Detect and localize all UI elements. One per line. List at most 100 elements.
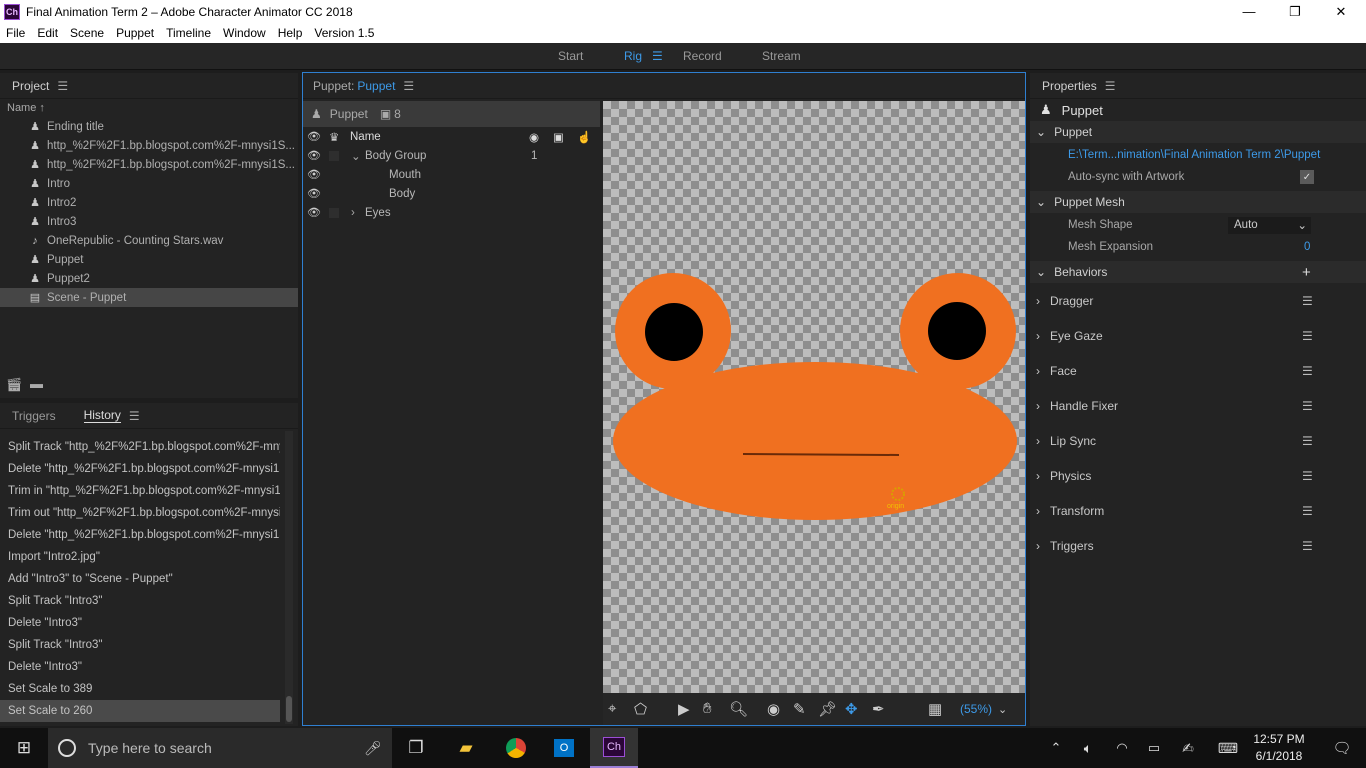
new-folder-icon[interactable]: ▬ (30, 376, 43, 391)
project-item[interactable]: ♟ http_%2F%2F1.bp.blogspot.com%2F-mnysi1S… (0, 136, 298, 155)
origin-tool-icon[interactable]: ◉ (767, 700, 780, 718)
menu-edit[interactable]: Edit (31, 26, 64, 40)
properties-menu-icon[interactable]: ☰ (1105, 79, 1116, 93)
mesh-expansion-value[interactable]: 0 (1304, 241, 1310, 253)
rig-menu-icon[interactable]: ☰ (652, 49, 663, 63)
add-behavior-icon[interactable]: + (1302, 264, 1311, 281)
behavior-menu-icon[interactable]: ☰ (1302, 294, 1313, 308)
project-item[interactable]: ♟ Ending title (0, 117, 298, 136)
visibility-eye-icon[interactable]: 👁︎ (307, 168, 321, 181)
history-item[interactable]: Delete "Intro3" (0, 656, 280, 678)
section-behaviors[interactable]: ⌄ Behaviors + (1030, 261, 1366, 283)
behavior-menu-icon[interactable]: ☰ (1302, 539, 1313, 553)
menu-help[interactable]: Help (272, 26, 309, 40)
maximize-button[interactable]: ❐ (1272, 0, 1318, 23)
history-item[interactable]: Delete "Intro3" (0, 612, 280, 634)
history-menu-icon[interactable]: ☰ (129, 409, 140, 423)
menu-timeline[interactable]: Timeline (160, 26, 217, 40)
tag-box[interactable] (329, 207, 339, 218)
history-item[interactable]: Delete "http_%2F%2F1.bp.blogspot.com%2F-… (0, 524, 280, 546)
behavior-menu-icon[interactable]: ☰ (1302, 364, 1313, 378)
zoom-dropdown-icon[interactable]: ⌄ (998, 703, 1007, 716)
history-item[interactable]: Trim out "http_%2F%2F1.bp.blogspot.com%2… (0, 502, 280, 524)
history-item[interactable]: Trim in "http_%2F%2F1.bp.blogspot.com%2F… (0, 480, 280, 502)
puppet-panel-menu-icon[interactable]: ☰ (403, 79, 414, 93)
layer-row[interactable]: 👁︎ › Eyes (303, 203, 600, 222)
history-scrollbar[interactable] (285, 431, 293, 724)
project-sort-header[interactable]: Name ↑ (0, 99, 298, 117)
polygon-tool-icon[interactable]: ⬠ (634, 700, 647, 718)
chrome-icon[interactable] (492, 728, 540, 768)
tab-rig[interactable]: Rig (624, 49, 642, 63)
project-item[interactable]: ♟ http_%2F%2F1.bp.blogspot.com%2F-mnysi1S… (0, 155, 298, 174)
section-puppet-mesh[interactable]: ⌄ Puppet Mesh (1030, 191, 1366, 213)
history-item[interactable]: Add "Intro3" to "Scene - Puppet" (0, 568, 280, 590)
behavior-menu-icon[interactable]: ☰ (1302, 434, 1313, 448)
behavior-menu-icon[interactable]: ☰ (1302, 504, 1313, 518)
file-explorer-icon[interactable]: ▰ (442, 728, 490, 768)
menu-puppet[interactable]: Puppet (110, 26, 160, 40)
visibility-eye-icon[interactable]: 👁︎ (307, 149, 321, 162)
section-puppet[interactable]: ⌄ Puppet (1030, 121, 1366, 143)
project-item[interactable]: ♟ Puppet (0, 250, 298, 269)
project-item[interactable]: ♪ OneRepublic - Counting Stars.wav (0, 231, 298, 250)
taskbar-clock[interactable]: 12:57 PM 6/1/2018 (1244, 731, 1314, 765)
behavior-face[interactable]: › Face ☰ (1030, 353, 1366, 388)
behavior-triggers[interactable]: › Triggers ☰ (1030, 528, 1366, 563)
microphone-icon[interactable]: 🎤︎ (364, 740, 382, 757)
tab-history[interactable]: History (83, 408, 121, 423)
layer-row[interactable]: 👁︎ Body (303, 184, 600, 203)
character-animator-taskbar-icon[interactable]: Ch (590, 728, 638, 768)
menu-window[interactable]: Window (217, 26, 272, 40)
behavior-lip-sync[interactable]: › Lip Sync ☰ (1030, 423, 1366, 458)
history-item[interactable]: Split Track "Intro3" (0, 590, 280, 612)
history-scrollbar-thumb[interactable] (286, 696, 292, 722)
history-item[interactable]: Split Track "http_%2F%2F1.bp.blogspot.co… (0, 436, 280, 458)
task-view-icon[interactable]: ❐ (392, 728, 440, 768)
mesh-shape-select[interactable]: Auto ⌄ (1228, 216, 1311, 234)
project-menu-icon[interactable]: ☰ (57, 79, 68, 93)
behavior-physics[interactable]: › Physics ☰ (1030, 458, 1366, 493)
layer-expand-icon[interactable]: ⌄ (351, 149, 361, 163)
new-scene-icon[interactable]: 🎬︎ (6, 377, 23, 393)
dangle-tool-icon[interactable]: ✒ (872, 700, 885, 718)
frog-puppet[interactable] (603, 101, 1025, 693)
pen-ink-icon[interactable]: ✍︎ (1166, 728, 1210, 768)
behavior-menu-icon[interactable]: ☰ (1302, 469, 1313, 483)
behavior-handle-fixer[interactable]: › Handle Fixer ☰ (1030, 388, 1366, 423)
pin-tool-icon[interactable]: 📌︎ (818, 700, 837, 718)
minimize-button[interactable]: — (1226, 0, 1272, 23)
history-item[interactable]: Set Scale to 260 (0, 700, 280, 722)
behavior-dragger[interactable]: › Dragger ☰ (1030, 283, 1366, 318)
visibility-eye-icon[interactable]: 👁︎ (307, 206, 321, 219)
tab-record[interactable]: Record (683, 49, 722, 63)
puppet-path-link[interactable]: E:\Term...nimation\Final Animation Term … (1030, 143, 1366, 167)
close-button[interactable]: ✕ (1318, 0, 1364, 23)
project-item[interactable]: ♟ Intro3 (0, 212, 298, 231)
tab-triggers[interactable]: Triggers (12, 409, 56, 423)
history-item[interactable]: Split Track "Intro3" (0, 634, 280, 656)
select-tool-icon[interactable]: ▶ (678, 700, 690, 718)
project-item[interactable]: ♟ Intro2 (0, 193, 298, 212)
tab-stream[interactable]: Stream (762, 49, 801, 63)
outlook-icon[interactable]: O (540, 728, 588, 768)
menu-version[interactable]: Version 1.5 (308, 26, 380, 40)
zoom-tool-icon[interactable]: 🔍︎ (729, 700, 748, 718)
hand-tool-icon[interactable]: ✋︎ (703, 700, 712, 717)
menu-scene[interactable]: Scene (64, 26, 110, 40)
project-item[interactable]: ♟ Intro (0, 174, 298, 193)
behavior-menu-icon[interactable]: ☰ (1302, 329, 1313, 343)
history-item[interactable]: Set Scale to 389 (0, 678, 280, 700)
puppet-tab[interactable]: ♟ Puppet ▣ 8 (303, 101, 600, 127)
menu-file[interactable]: File (0, 26, 31, 40)
transparency-grid-icon[interactable]: ▦ (928, 700, 942, 718)
history-item[interactable]: Import "Intro2.jpg" (0, 546, 280, 568)
taskbar-search-box[interactable]: Type here to search 🎤︎ (48, 728, 392, 768)
stick-tool-icon[interactable]: ✎ (793, 700, 806, 718)
project-item[interactable]: ▤ Scene - Puppet (0, 288, 298, 307)
tab-start[interactable]: Start (558, 49, 583, 63)
handle-tool-icon[interactable]: ✥ (845, 700, 858, 718)
draw-shape-icon[interactable]: ⌖ (608, 700, 616, 717)
behavior-transform[interactable]: › Transform ☰ (1030, 493, 1366, 528)
layer-row[interactable]: 👁︎ Mouth (303, 165, 600, 184)
